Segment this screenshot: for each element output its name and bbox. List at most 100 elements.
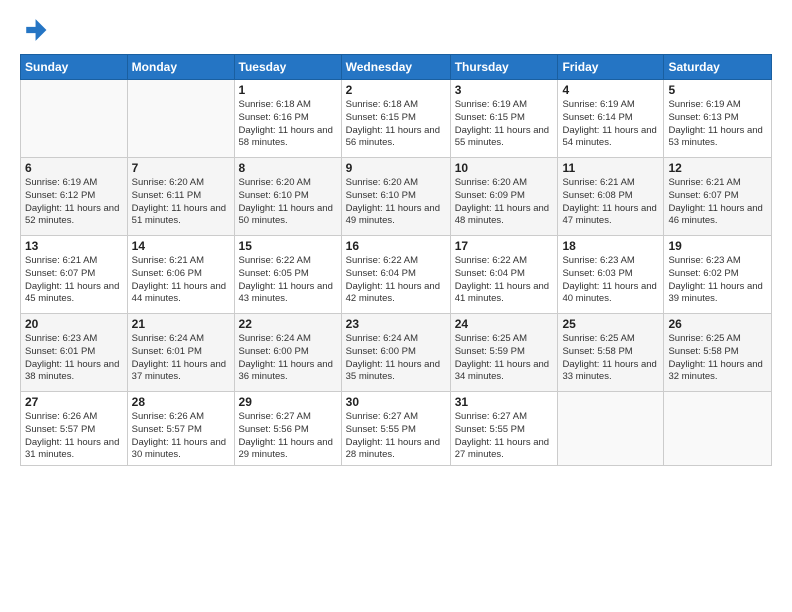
day-number: 24: [455, 317, 554, 331]
day-number: 13: [25, 239, 123, 253]
calendar-cell: [21, 80, 128, 158]
calendar-cell: 30 Sunrise: 6:27 AM Sunset: 5:55 PM Dayli…: [341, 392, 450, 466]
day-info: Sunrise: 6:20 AM Sunset: 6:09 PM Dayligh…: [455, 177, 554, 228]
day-info: Sunrise: 6:23 AM Sunset: 6:01 PM Dayligh…: [25, 333, 123, 384]
day-number: 14: [132, 239, 230, 253]
day-number: 9: [346, 161, 446, 175]
day-number: 23: [346, 317, 446, 331]
day-number: 12: [668, 161, 767, 175]
day-number: 27: [25, 395, 123, 409]
day-info: Sunrise: 6:19 AM Sunset: 6:12 PM Dayligh…: [25, 177, 123, 228]
calendar-cell: 23 Sunrise: 6:24 AM Sunset: 6:00 PM Dayli…: [341, 314, 450, 392]
day-number: 11: [562, 161, 659, 175]
calendar-cell: 6 Sunrise: 6:19 AM Sunset: 6:12 PM Daylig…: [21, 158, 128, 236]
calendar-cell: [664, 392, 772, 466]
calendar-cell: 31Sunrise: 6:27 AM Sunset: 5:55 PM Dayli…: [450, 392, 558, 466]
week-row-2: 6 Sunrise: 6:19 AM Sunset: 6:12 PM Daylig…: [21, 158, 772, 236]
weekday-header-monday: Monday: [127, 55, 234, 80]
day-info: Sunrise: 6:20 AM Sunset: 6:10 PM Dayligh…: [239, 177, 337, 228]
weekday-header-row: SundayMondayTuesdayWednesdayThursdayFrid…: [21, 55, 772, 80]
day-info: Sunrise: 6:19 AM Sunset: 6:15 PM Dayligh…: [455, 99, 554, 150]
weekday-header-thursday: Thursday: [450, 55, 558, 80]
day-info: Sunrise: 6:26 AM Sunset: 5:57 PM Dayligh…: [132, 411, 230, 462]
calendar-cell: 16 Sunrise: 6:22 AM Sunset: 6:04 PM Dayli…: [341, 236, 450, 314]
day-info: Sunrise: 6:27 AM Sunset: 5:56 PM Dayligh…: [239, 411, 337, 462]
calendar-cell: 26Sunrise: 6:25 AM Sunset: 5:58 PM Dayli…: [664, 314, 772, 392]
calendar-cell: 7 Sunrise: 6:20 AM Sunset: 6:11 PM Daylig…: [127, 158, 234, 236]
calendar-cell: [127, 80, 234, 158]
day-info: Sunrise: 6:20 AM Sunset: 6:10 PM Dayligh…: [346, 177, 446, 228]
day-info: Sunrise: 6:21 AM Sunset: 6:07 PM Dayligh…: [25, 255, 123, 306]
weekday-header-tuesday: Tuesday: [234, 55, 341, 80]
day-number: 25: [562, 317, 659, 331]
day-number: 15: [239, 239, 337, 253]
calendar-cell: 10Sunrise: 6:20 AM Sunset: 6:09 PM Dayli…: [450, 158, 558, 236]
day-info: Sunrise: 6:22 AM Sunset: 6:04 PM Dayligh…: [346, 255, 446, 306]
logo-icon: [20, 16, 48, 44]
calendar-cell: 24 Sunrise: 6:25 AM Sunset: 5:59 PM Dayli…: [450, 314, 558, 392]
day-info: Sunrise: 6:27 AM Sunset: 5:55 PM Dayligh…: [346, 411, 446, 462]
weekday-header-saturday: Saturday: [664, 55, 772, 80]
page: SundayMondayTuesdayWednesdayThursdayFrid…: [0, 0, 792, 612]
day-number: 20: [25, 317, 123, 331]
calendar-cell: 2Sunrise: 6:18 AM Sunset: 6:15 PM Daylig…: [341, 80, 450, 158]
day-number: 28: [132, 395, 230, 409]
day-info: Sunrise: 6:25 AM Sunset: 5:59 PM Dayligh…: [455, 333, 554, 384]
calendar-cell: 17 Sunrise: 6:22 AM Sunset: 6:04 PM Dayli…: [450, 236, 558, 314]
day-number: 1: [239, 83, 337, 97]
day-number: 8: [239, 161, 337, 175]
day-number: 17: [455, 239, 554, 253]
day-info: Sunrise: 6:22 AM Sunset: 6:04 PM Dayligh…: [455, 255, 554, 306]
weekday-header-wednesday: Wednesday: [341, 55, 450, 80]
header: [20, 16, 772, 44]
day-info: Sunrise: 6:23 AM Sunset: 6:02 PM Dayligh…: [668, 255, 767, 306]
weekday-header-friday: Friday: [558, 55, 664, 80]
calendar-cell: 29 Sunrise: 6:27 AM Sunset: 5:56 PM Dayli…: [234, 392, 341, 466]
day-number: 3: [455, 83, 554, 97]
day-number: 30: [346, 395, 446, 409]
calendar-cell: 15 Sunrise: 6:22 AM Sunset: 6:05 PM Dayli…: [234, 236, 341, 314]
calendar-cell: 25 Sunrise: 6:25 AM Sunset: 5:58 PM Dayli…: [558, 314, 664, 392]
day-number: 7: [132, 161, 230, 175]
calendar-cell: 9 Sunrise: 6:20 AM Sunset: 6:10 PM Daylig…: [341, 158, 450, 236]
calendar-cell: 8 Sunrise: 6:20 AM Sunset: 6:10 PM Daylig…: [234, 158, 341, 236]
calendar-cell: 21 Sunrise: 6:24 AM Sunset: 6:01 PM Dayli…: [127, 314, 234, 392]
week-row-5: 27 Sunrise: 6:26 AM Sunset: 5:57 PM Dayli…: [21, 392, 772, 466]
day-number: 22: [239, 317, 337, 331]
day-number: 18: [562, 239, 659, 253]
week-row-4: 20 Sunrise: 6:23 AM Sunset: 6:01 PM Dayli…: [21, 314, 772, 392]
day-info: Sunrise: 6:25 AM Sunset: 5:58 PM Dayligh…: [562, 333, 659, 384]
day-info: Sunrise: 6:20 AM Sunset: 6:11 PM Dayligh…: [132, 177, 230, 228]
day-number: 5: [668, 83, 767, 97]
day-info: Sunrise: 6:24 AM Sunset: 6:01 PM Dayligh…: [132, 333, 230, 384]
day-number: 2: [346, 83, 446, 97]
calendar-cell: 12 Sunrise: 6:21 AM Sunset: 6:07 PM Dayli…: [664, 158, 772, 236]
day-number: 21: [132, 317, 230, 331]
day-number: 4: [562, 83, 659, 97]
calendar-cell: 22Sunrise: 6:24 AM Sunset: 6:00 PM Dayli…: [234, 314, 341, 392]
day-info: Sunrise: 6:24 AM Sunset: 6:00 PM Dayligh…: [346, 333, 446, 384]
calendar-cell: 4 Sunrise: 6:19 AM Sunset: 6:14 PM Daylig…: [558, 80, 664, 158]
week-row-1: 1Sunrise: 6:18 AM Sunset: 6:16 PM Daylig…: [21, 80, 772, 158]
calendar-cell: 28 Sunrise: 6:26 AM Sunset: 5:57 PM Dayli…: [127, 392, 234, 466]
calendar-cell: 27Sunrise: 6:26 AM Sunset: 5:57 PM Dayli…: [21, 392, 128, 466]
day-info: Sunrise: 6:21 AM Sunset: 6:08 PM Dayligh…: [562, 177, 659, 228]
calendar-cell: 14 Sunrise: 6:21 AM Sunset: 6:06 PM Dayli…: [127, 236, 234, 314]
day-info: Sunrise: 6:21 AM Sunset: 6:06 PM Dayligh…: [132, 255, 230, 306]
day-number: 26: [668, 317, 767, 331]
day-number: 6: [25, 161, 123, 175]
day-info: Sunrise: 6:19 AM Sunset: 6:13 PM Dayligh…: [668, 99, 767, 150]
day-info: Sunrise: 6:21 AM Sunset: 6:07 PM Dayligh…: [668, 177, 767, 228]
calendar-table: SundayMondayTuesdayWednesdayThursdayFrid…: [20, 54, 772, 466]
day-info: Sunrise: 6:19 AM Sunset: 6:14 PM Dayligh…: [562, 99, 659, 150]
calendar-cell: 3 Sunrise: 6:19 AM Sunset: 6:15 PM Daylig…: [450, 80, 558, 158]
calendar-cell: 1Sunrise: 6:18 AM Sunset: 6:16 PM Daylig…: [234, 80, 341, 158]
day-number: 19: [668, 239, 767, 253]
logo: [20, 16, 52, 44]
day-info: Sunrise: 6:22 AM Sunset: 6:05 PM Dayligh…: [239, 255, 337, 306]
week-row-3: 13 Sunrise: 6:21 AM Sunset: 6:07 PM Dayli…: [21, 236, 772, 314]
calendar-cell: 5 Sunrise: 6:19 AM Sunset: 6:13 PM Daylig…: [664, 80, 772, 158]
day-number: 16: [346, 239, 446, 253]
day-number: 29: [239, 395, 337, 409]
calendar-cell: 19 Sunrise: 6:23 AM Sunset: 6:02 PM Dayli…: [664, 236, 772, 314]
